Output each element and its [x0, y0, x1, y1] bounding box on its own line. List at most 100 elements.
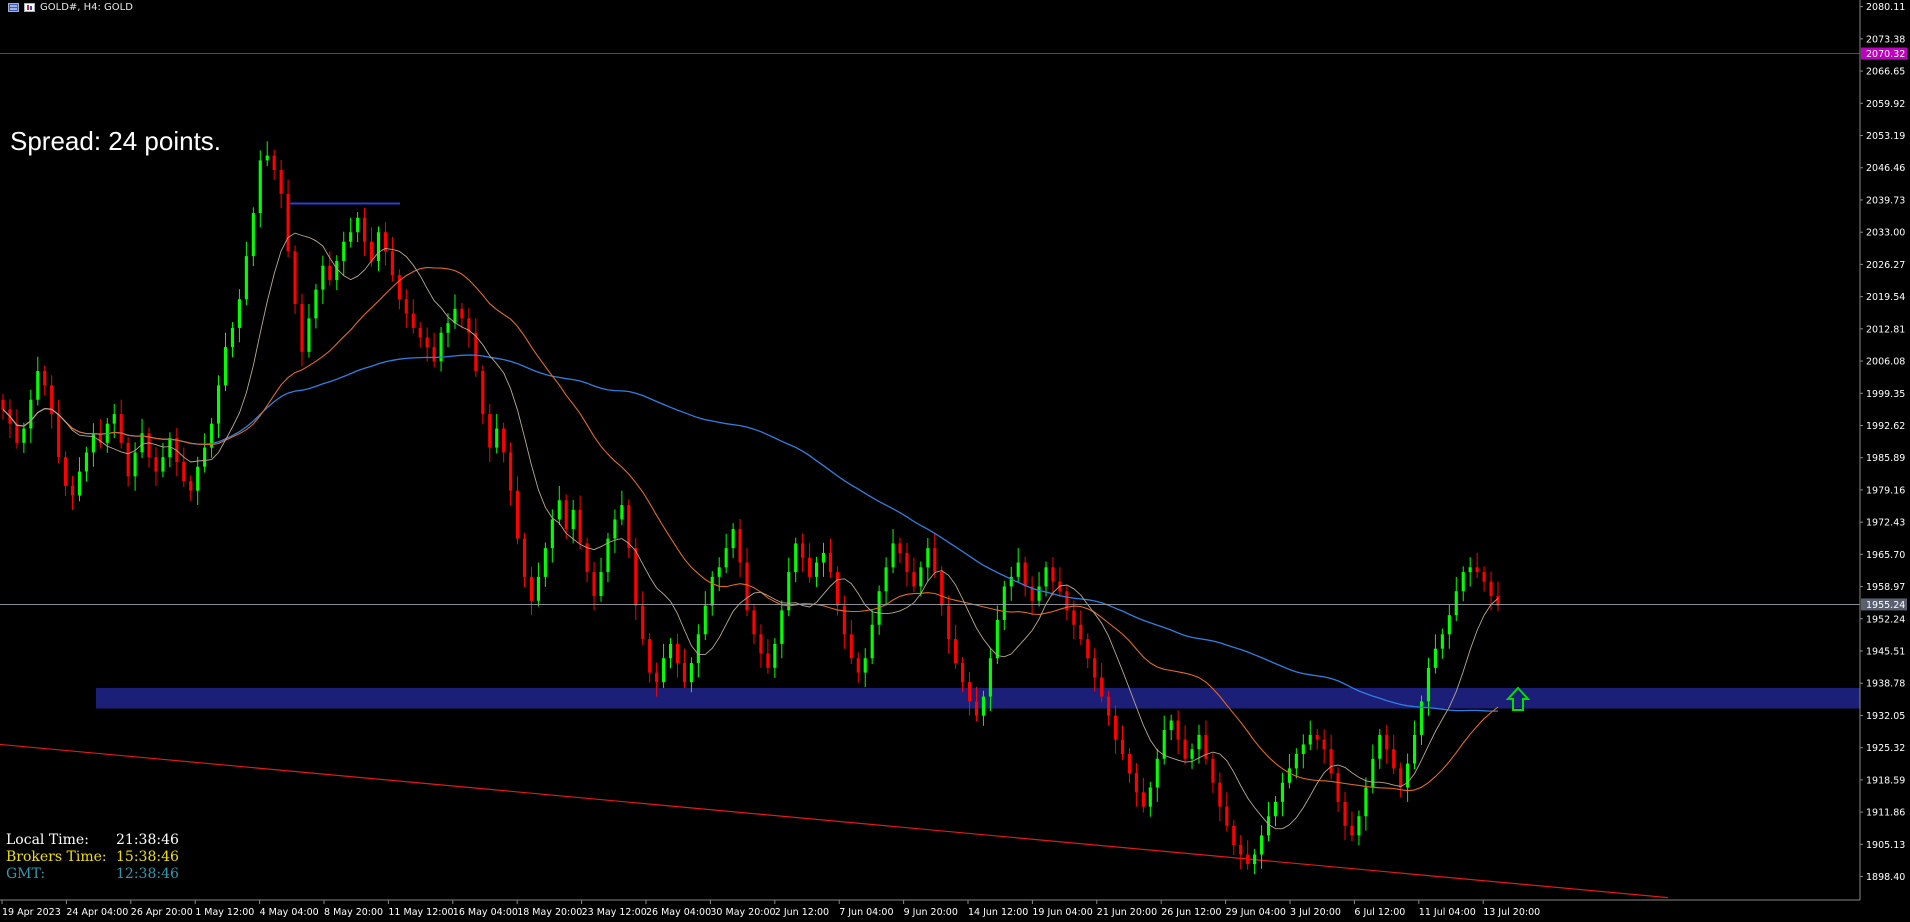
candle-body [1225, 806, 1229, 826]
candle-body [662, 658, 666, 683]
candle-body [1343, 801, 1347, 826]
candle-body [655, 672, 659, 683]
candle-body [1371, 758, 1375, 788]
local-time-label: Local Time: [6, 832, 89, 848]
candle-body [599, 572, 603, 597]
candle-body [891, 543, 895, 568]
candle-body [592, 572, 596, 597]
candle-body [1399, 768, 1403, 788]
x-tick-label: 24 Apr 04:00 [66, 907, 128, 918]
candle-body [1211, 758, 1215, 783]
candle-body [1120, 739, 1125, 754]
x-tick-label: 21 Jun 20:00 [1097, 907, 1157, 918]
candle-body [940, 572, 944, 606]
candle-body [620, 505, 624, 520]
x-tick-label: 14 Jun 12:00 [968, 907, 1028, 918]
gmt-row: GMT: 12:38:46 [6, 866, 179, 883]
candle-body [752, 610, 756, 635]
candle-body [460, 308, 464, 319]
candle-body [613, 519, 617, 539]
y-tick-label: 1932.05 [1866, 711, 1905, 722]
candle-body [328, 265, 332, 281]
candle-body [502, 428, 506, 453]
candle-body [1426, 667, 1431, 702]
y-tick-label: 1905.13 [1866, 840, 1905, 851]
y-tick-label: 1965.70 [1866, 550, 1905, 561]
candle-body [1475, 567, 1479, 573]
candle-body [314, 289, 318, 319]
candle-body [1482, 572, 1486, 582]
x-tick-label: 7 Jun 04:00 [839, 907, 893, 918]
candle-body [974, 701, 979, 716]
candle-body [557, 500, 561, 520]
candle-body [529, 576, 534, 601]
candle-body [1461, 572, 1465, 592]
candle-body [265, 155, 269, 161]
candle-body [258, 160, 262, 214]
candle-body [766, 653, 770, 668]
candle-body [1127, 753, 1132, 774]
candle-body [1037, 586, 1041, 601]
candle-body [745, 562, 749, 611]
candle-body [1357, 816, 1361, 836]
candle-body [356, 217, 360, 233]
candle-body [578, 509, 582, 544]
x-tick-label: 4 May 04:00 [260, 907, 319, 918]
candle-body [272, 155, 276, 170]
chart-type-icon[interactable] [24, 3, 35, 12]
x-tick-label: 26 Apr 20:00 [131, 907, 193, 918]
candle-body [1315, 734, 1319, 740]
candle-body [1412, 734, 1417, 764]
candle-body [1218, 782, 1222, 807]
candle-body [133, 452, 137, 477]
candle-body [988, 658, 992, 697]
x-tick-label: 11 Jul 04:00 [1419, 907, 1476, 918]
candle-body [689, 663, 693, 683]
candle-body [126, 442, 130, 477]
candle-body [1440, 634, 1444, 649]
candle-body [64, 457, 68, 486]
brokers-time-row: Brokers Time: 15:38:46 [6, 849, 179, 866]
x-tick-label: 26 Jun 12:00 [1161, 907, 1221, 918]
candle-body [550, 519, 554, 549]
candle-body [835, 572, 839, 606]
candle-body [703, 605, 707, 635]
candle-body [828, 552, 833, 573]
y-tick-label: 2059.92 [1866, 99, 1905, 110]
candle-body [84, 452, 89, 472]
y-tick-label: 1918.59 [1866, 775, 1905, 786]
candle-body [376, 232, 381, 261]
candle-body [230, 327, 235, 348]
candle-body [794, 543, 798, 573]
chart-background [0, 0, 1910, 922]
candle-body [738, 528, 742, 563]
y-tick-label: 1925.32 [1866, 743, 1905, 754]
candle-body [710, 576, 714, 606]
candle-body [1190, 749, 1194, 759]
candle-body [1148, 787, 1152, 807]
candle-body [773, 643, 777, 668]
candle-body [1107, 696, 1111, 716]
y-tick-label: 1938.78 [1866, 679, 1905, 690]
candle-body [634, 548, 638, 606]
candle-body [1266, 816, 1271, 836]
clock-panel: Local Time: 21:38:46 Brokers Time: 15:38… [6, 832, 179, 883]
candle-body [369, 241, 374, 261]
candle-body [821, 552, 826, 563]
candle-body [1301, 744, 1305, 754]
candle-body [627, 505, 631, 549]
candle-body [801, 543, 805, 558]
candle-body [481, 371, 485, 415]
candle-body [995, 619, 999, 659]
candle-body [967, 682, 972, 702]
x-tick-label: 13 Jul 20:00 [1483, 907, 1540, 918]
candle-body [411, 313, 415, 328]
candle-body [404, 299, 408, 314]
chart-menu-icon[interactable] [8, 3, 19, 12]
candle-body [1454, 591, 1458, 616]
candle-body [1183, 739, 1187, 759]
candle-body [682, 663, 687, 683]
candle-body [1489, 581, 1493, 597]
candle-body [196, 466, 200, 491]
candle-body [1253, 854, 1257, 865]
